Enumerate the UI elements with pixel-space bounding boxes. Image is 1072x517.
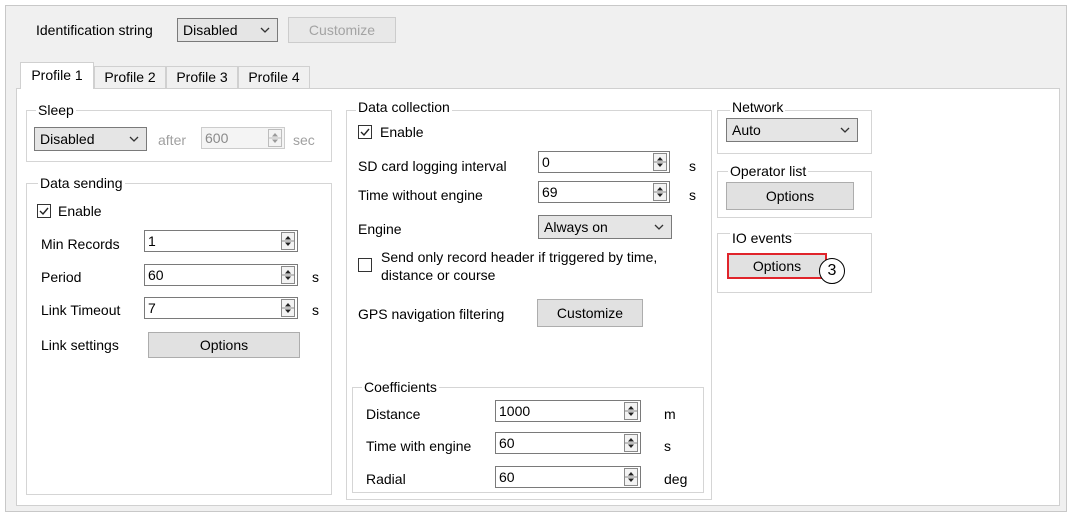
data-sending-enable-checkbox[interactable]	[37, 204, 51, 218]
checkmark-icon	[360, 128, 370, 137]
sd-interval-unit: s	[689, 158, 696, 174]
customize-id-button[interactable]: Customize	[288, 17, 396, 43]
spinner-arrows-icon[interactable]	[653, 183, 667, 201]
radial-value: 60	[499, 469, 515, 485]
data-sending-enable-label: Enable	[58, 203, 102, 219]
period-unit: s	[312, 269, 319, 285]
time-with-engine-unit: s	[664, 438, 671, 454]
sd-interval-input[interactable]: 0	[538, 151, 670, 173]
spinner-arrows-icon[interactable]	[624, 434, 638, 452]
sleep-unit: sec	[293, 132, 315, 148]
data-sending-title: Data sending	[38, 174, 125, 192]
header-only-label-line2: distance or course	[381, 267, 496, 283]
coefficients-title: Coefficients	[362, 378, 439, 396]
data-collection-enable-checkbox[interactable]	[358, 125, 372, 139]
id-string-value: Disabled	[183, 22, 238, 38]
spinner-arrows-icon[interactable]	[281, 232, 295, 250]
gps-customize-button[interactable]: Customize	[537, 299, 643, 327]
distance-unit: m	[664, 406, 676, 422]
sleep-after-label: after	[158, 132, 187, 148]
sd-interval-value: 0	[542, 154, 550, 170]
link-settings-label: Link settings	[41, 337, 119, 353]
tab-profile-4[interactable]: Profile 4	[238, 66, 310, 88]
data-collection-title: Data collection	[356, 98, 452, 116]
data-collection-enable-label: Enable	[380, 124, 424, 140]
chevron-down-icon	[129, 136, 139, 142]
period-label: Period	[41, 269, 82, 285]
chevron-down-icon	[840, 127, 850, 133]
sleep-mode-select[interactable]: Disabled	[34, 127, 147, 151]
min-records-label: Min Records	[41, 236, 120, 252]
radial-unit: deg	[664, 471, 688, 487]
callout-number-badge: 3	[819, 258, 845, 284]
time-without-engine-unit: s	[689, 187, 696, 203]
time-without-engine-label: Time without engine	[358, 187, 483, 203]
spinner-arrows-icon[interactable]	[268, 129, 282, 147]
period-input[interactable]: 60	[144, 264, 298, 286]
id-string-select[interactable]: Disabled	[177, 18, 278, 42]
spinner-arrows-icon[interactable]	[624, 402, 638, 420]
min-records-input[interactable]: 1	[144, 230, 298, 252]
checkmark-icon	[39, 207, 49, 216]
io-events-title: IO events	[730, 229, 794, 247]
gps-filtering-label: GPS navigation filtering	[358, 306, 505, 322]
spinner-arrows-icon[interactable]	[281, 299, 295, 317]
sd-interval-label: SD card logging interval	[358, 158, 507, 174]
period-value: 60	[148, 267, 164, 283]
header-only-label-line1: Send only record header if triggered by …	[381, 249, 658, 265]
spinner-arrows-icon[interactable]	[281, 266, 295, 284]
min-records-value: 1	[148, 233, 156, 249]
tab-profile-2[interactable]: Profile 2	[94, 66, 166, 88]
time-without-engine-value: 69	[542, 184, 558, 200]
time-with-engine-value: 60	[499, 435, 515, 451]
tab-profile-1[interactable]: Profile 1	[20, 62, 94, 89]
sleep-after-input[interactable]: 600	[201, 127, 285, 149]
io-events-options-button[interactable]: Options	[727, 253, 827, 279]
spinner-arrows-icon[interactable]	[624, 468, 638, 486]
network-value: Auto	[732, 122, 761, 138]
engine-label: Engine	[358, 221, 402, 237]
link-settings-options-button[interactable]: Options	[148, 332, 300, 358]
spinner-arrows-icon[interactable]	[653, 153, 667, 171]
distance-value: 1000	[499, 403, 531, 419]
distance-label: Distance	[366, 406, 421, 422]
operator-list-title: Operator list	[728, 162, 809, 180]
time-without-engine-input[interactable]: 69	[538, 181, 670, 203]
time-with-engine-input[interactable]: 60	[495, 432, 641, 454]
link-timeout-unit: s	[312, 302, 319, 318]
operator-list-options-button[interactable]: Options	[726, 182, 854, 210]
engine-select[interactable]: Always on	[538, 215, 672, 239]
link-timeout-label: Link Timeout	[41, 302, 121, 318]
chevron-down-icon	[654, 224, 664, 230]
sleep-after-value: 600	[205, 130, 229, 146]
engine-value: Always on	[544, 219, 608, 235]
tab-profile-3[interactable]: Profile 3	[166, 66, 238, 88]
sleep-group-title: Sleep	[36, 101, 76, 119]
time-with-engine-label: Time with engine	[366, 438, 472, 454]
distance-input[interactable]: 1000	[495, 400, 641, 422]
link-timeout-input[interactable]: 7	[144, 297, 298, 319]
chevron-down-icon	[260, 27, 270, 33]
sleep-mode-value: Disabled	[40, 131, 95, 147]
id-string-label: Identification string	[36, 22, 153, 38]
network-title: Network	[730, 98, 786, 116]
header-only-checkbox[interactable]	[358, 258, 372, 272]
radial-label: Radial	[366, 471, 406, 487]
network-select[interactable]: Auto	[726, 118, 858, 142]
radial-input[interactable]: 60	[495, 466, 641, 488]
link-timeout-value: 7	[148, 300, 156, 316]
